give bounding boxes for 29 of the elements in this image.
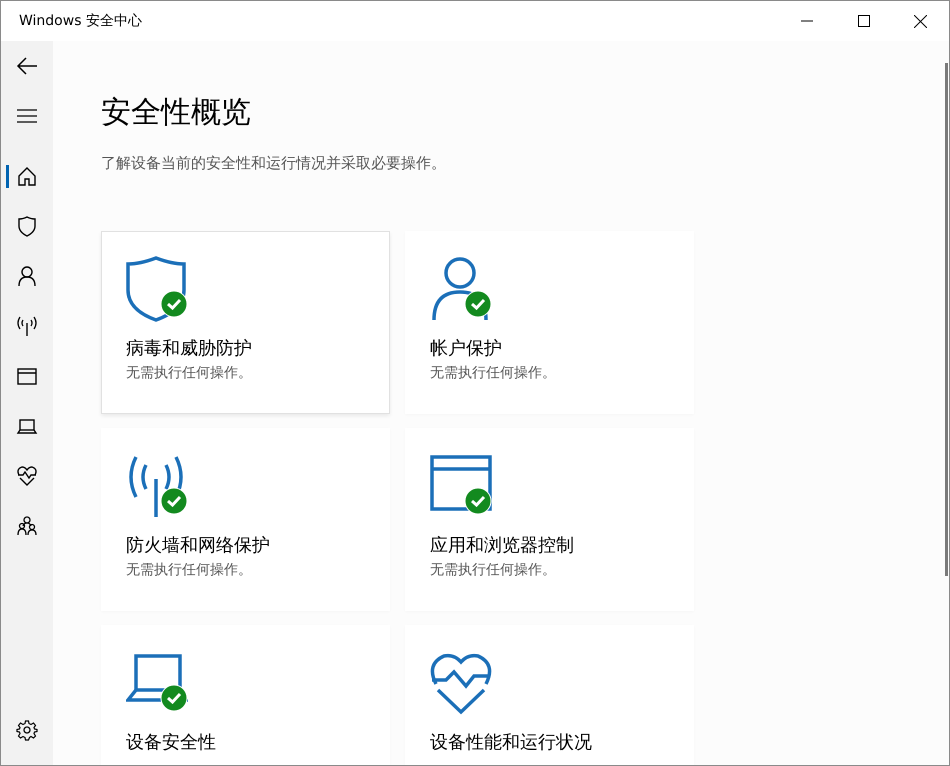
- card-status: 无需执行任何操作。: [126, 364, 253, 384]
- menu-icon: [17, 108, 37, 124]
- page-subtitle: 了解设备当前的安全性和运行情况并采取必要操作。: [101, 153, 447, 174]
- settings-icon: [17, 720, 37, 740]
- close-icon: [914, 14, 927, 28]
- card-title: 防火墙和网络保护: [126, 534, 271, 556]
- antenna-icon: [16, 315, 38, 337]
- shield-icon: [18, 216, 36, 236]
- card-title: 设备性能和运行状况: [430, 732, 593, 754]
- maximize-icon: [858, 15, 870, 27]
- people-icon: [17, 516, 37, 536]
- card-title: 应用和浏览器控制: [430, 534, 575, 556]
- arrow-left-icon: [16, 56, 38, 76]
- browser-window-icon: [17, 368, 37, 384]
- card-title: 设备安全性: [126, 732, 217, 754]
- shield-icon: [126, 256, 188, 322]
- card-title: 病毒和威胁防护: [126, 338, 253, 360]
- page-heading: 安全性概览: [101, 94, 252, 132]
- person-icon: [18, 266, 36, 286]
- window-title: Windows 安全中心: [18, 12, 143, 30]
- home-icon: [18, 166, 36, 186]
- heart-pulse-icon: [17, 466, 37, 486]
- card-title: 帐户保护: [430, 338, 503, 360]
- laptop-icon: [17, 418, 37, 434]
- card-status: 无需执行任何操作。: [126, 561, 253, 580]
- status-card[interactable]: 病毒和威胁防护 无需执行任何操作。: [101, 230, 390, 414]
- card-status: 无需执行任何操作。: [430, 364, 557, 384]
- card-status: 无需执行任何操作。: [430, 561, 557, 580]
- scrollbar[interactable]: [945, 63, 948, 576]
